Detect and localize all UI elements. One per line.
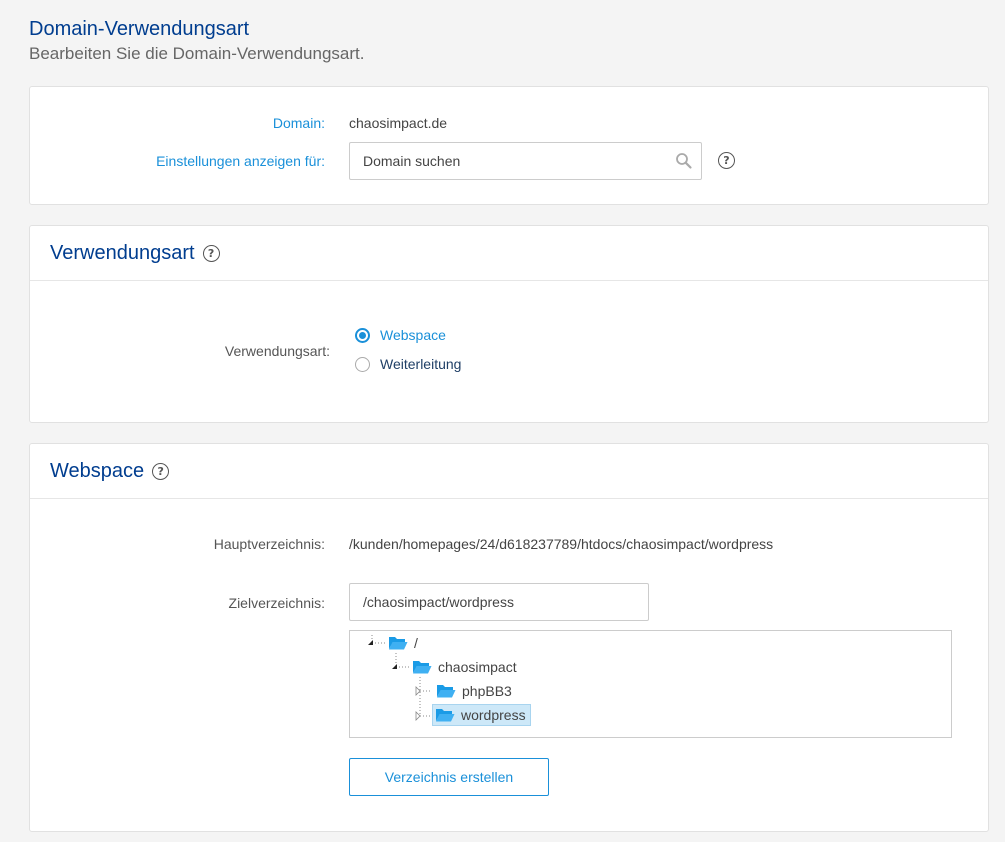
help-icon[interactable]: ?	[202, 244, 220, 262]
folder-open-icon	[436, 709, 455, 722]
target-dir-value: /chaosimpact/wordpress	[363, 594, 514, 610]
page-subtitle: Bearbeiten Sie die Domain-Verwendungsart…	[29, 44, 365, 63]
help-icon[interactable]: ?	[152, 462, 170, 480]
folder-open-icon	[437, 685, 456, 698]
radio-label-weiterleitung: Weiterleitung	[380, 356, 462, 372]
target-dir-input[interactable]: /chaosimpact/wordpress	[349, 583, 649, 621]
folder-open-icon	[389, 637, 408, 650]
radio-button-checked[interactable]	[355, 327, 370, 343]
collapse-arrow-icon	[415, 711, 421, 721]
domain-value: chaosimpact.de	[349, 115, 448, 131]
tree-node-chaosimpact[interactable]: chaosimpact	[412, 656, 517, 678]
folder-open-icon	[413, 661, 432, 674]
tree-node-phpbb3[interactable]: phpBB3	[436, 680, 512, 702]
domain-label: Domain:	[272, 115, 325, 131]
directory-tree[interactable]: / chaosimpact phpBB3 wordpress	[349, 630, 952, 738]
webspace-card-header: Webspace ?	[30, 444, 988, 499]
domain-search-placeholder: Domain suchen	[363, 153, 461, 169]
help-icon[interactable]: ?	[718, 152, 735, 169]
radio-button-unchecked[interactable]	[355, 356, 370, 372]
tree-node-label: wordpress	[461, 707, 526, 723]
search-icon[interactable]	[675, 152, 693, 170]
usage-field-label: Verwendungsart:	[224, 343, 330, 359]
main-dir-label: Hauptverzeichnis:	[213, 536, 325, 552]
create-directory-button[interactable]: Verzeichnis erstellen	[349, 758, 549, 796]
target-dir-label: Zielverzeichnis:	[228, 595, 325, 611]
expand-arrow-icon	[392, 664, 397, 669]
radio-webspace[interactable]: Webspace	[355, 327, 446, 343]
tree-node-label: /	[414, 635, 418, 651]
tree-node-label: chaosimpact	[438, 659, 517, 675]
page-title: Domain-Verwendungsart	[29, 18, 250, 40]
usage-card: Verwendungsart ? Verwendungsart: Webspac…	[29, 225, 989, 423]
webspace-card: Webspace ? Hauptverzeichnis: /kunden/hom…	[29, 443, 989, 832]
tree-node-label: phpBB3	[462, 683, 512, 699]
settings-label: Einstellungen anzeigen für:	[156, 153, 325, 169]
collapse-arrow-icon	[415, 686, 421, 696]
tree-node-wordpress[interactable]: wordpress	[432, 704, 531, 726]
radio-label-webspace: Webspace	[380, 327, 446, 343]
radio-weiterleitung[interactable]: Weiterleitung	[355, 356, 461, 372]
webspace-card-title: Webspace	[50, 459, 145, 482]
usage-card-header: Verwendungsart ?	[30, 226, 988, 281]
expand-arrow-icon	[368, 640, 373, 645]
usage-card-title: Verwendungsart	[50, 241, 195, 264]
domain-card: Domain: chaosimpact.de Einstellungen anz…	[29, 86, 989, 205]
tree-node-root[interactable]: /	[388, 632, 418, 654]
main-dir-value: /kunden/homepages/24/d618237789/htdocs/c…	[349, 536, 774, 552]
domain-search-input[interactable]: Domain suchen	[349, 142, 702, 180]
